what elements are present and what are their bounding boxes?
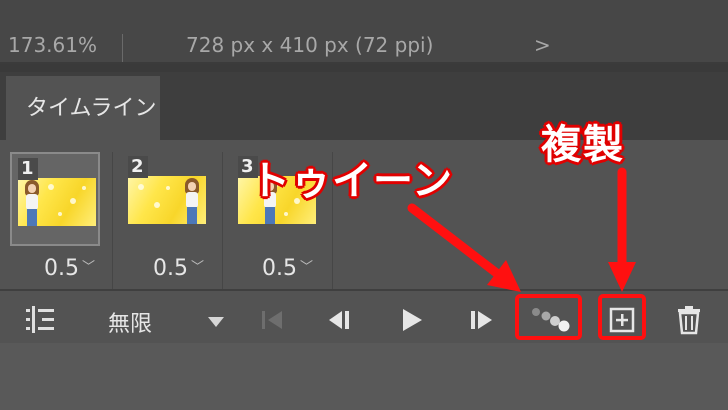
- callout-arrows: [407, 167, 636, 292]
- tween-arrow: [407, 203, 521, 292]
- photoshop-timeline-screenshot: 173.61% 728 px x 410 px (72 ppi) > タイムライ…: [0, 0, 728, 410]
- duplicate-arrow: [608, 167, 636, 292]
